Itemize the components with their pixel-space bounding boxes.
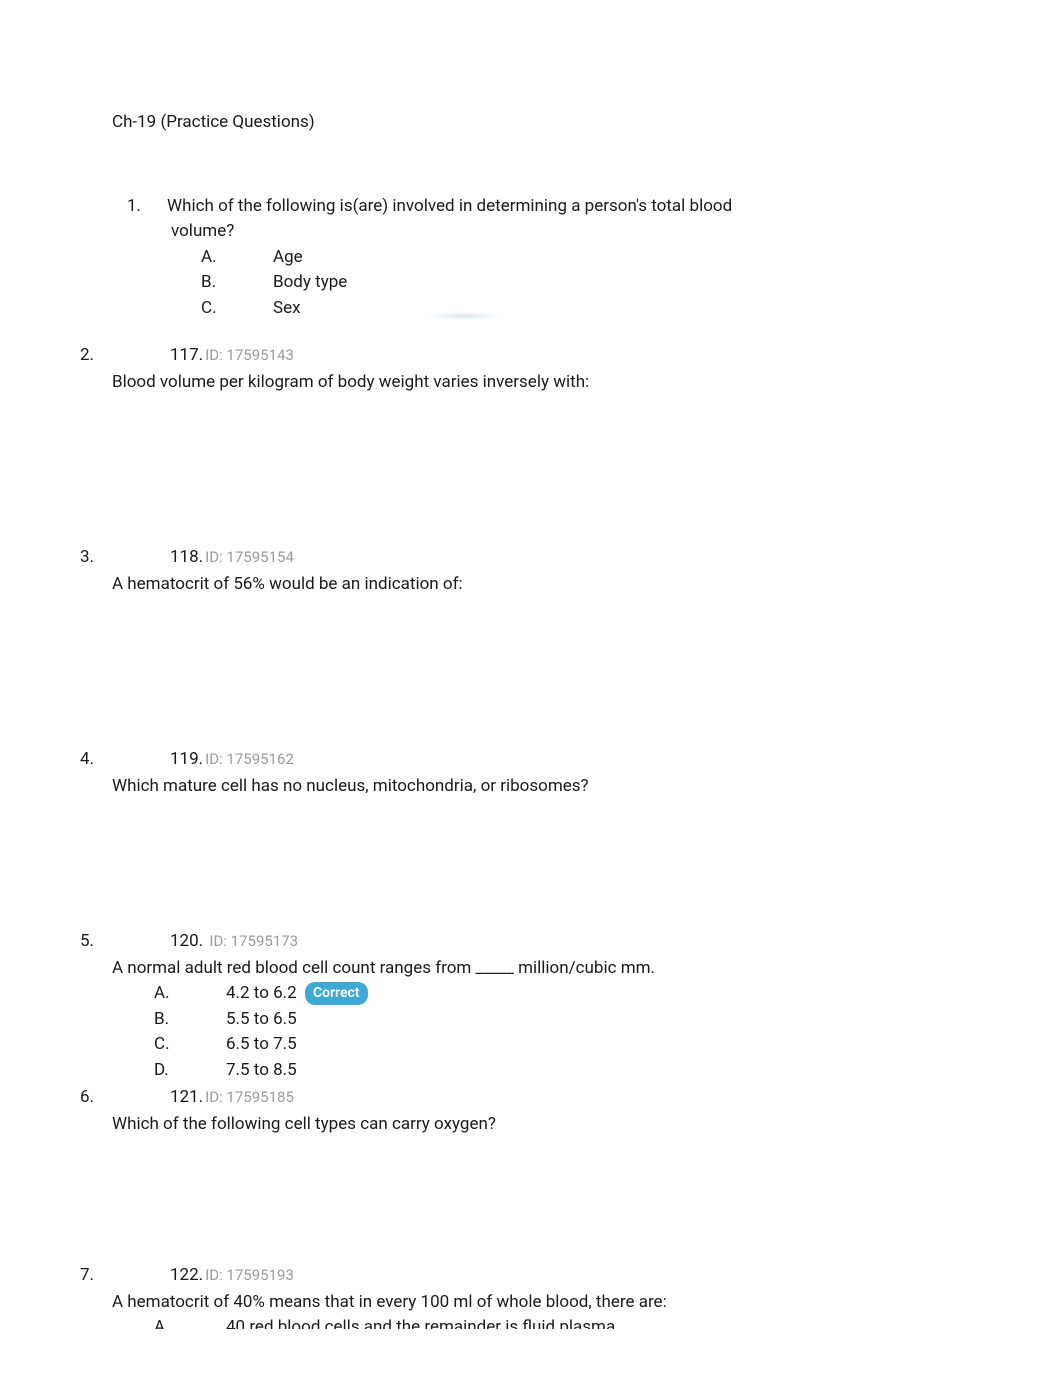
- question-id: ID: 17595154: [205, 546, 294, 569]
- inner-number: 117.: [170, 343, 203, 369]
- question-body: A hematocrit of 56% would be an indicati…: [112, 572, 982, 598]
- choice-letter: C.: [154, 1032, 226, 1058]
- choice-text: 40 red blood cells and the remainder is …: [226, 1315, 982, 1329]
- choice-letter: B.: [201, 270, 273, 296]
- choice-letter: A.: [154, 1315, 226, 1329]
- choice-item: C. Sex: [201, 296, 982, 322]
- question-body: Which of the following cell types can ca…: [112, 1112, 982, 1138]
- question-2: 2. 117. ID: 17595143: [80, 343, 982, 369]
- question-text-cont: volume?: [171, 219, 982, 245]
- inner-number: 120.: [170, 931, 203, 951]
- inner-number: 121.: [170, 1085, 203, 1111]
- question-number: 6.: [80, 1085, 170, 1111]
- choice-text: Body type: [273, 270, 982, 296]
- question-id: ID: 17595193: [205, 1264, 294, 1287]
- choice-text: 7.5 to 8.5: [226, 1058, 982, 1084]
- question-number: 2.: [80, 343, 170, 369]
- question-id: ID: 17595185: [205, 1086, 294, 1109]
- question-5: 5. 120. ID: 17595173: [80, 929, 982, 955]
- choice-list: A. 4.2 to 6.2 Correct B. 5.5 to 6.5 C. 6…: [154, 981, 982, 1083]
- inner-number: 122.: [170, 1263, 203, 1289]
- question-text: Which of the following is(are) involved …: [167, 196, 732, 216]
- choice-item: D. 7.5 to 8.5: [154, 1058, 982, 1084]
- question-number: 7.: [80, 1263, 170, 1289]
- choice-item: A. 4.2 to 6.2 Correct: [154, 981, 982, 1007]
- question-1: 1. Which of the following is(are) involv…: [127, 194, 982, 322]
- question-id: ID: 17595162: [205, 748, 294, 771]
- document-page: Ch-19 (Practice Questions) 1. Which of t…: [80, 110, 982, 1329]
- choice-text: Age: [273, 245, 982, 271]
- choice-text: Sex: [273, 296, 982, 322]
- question-4: 4. 119. ID: 17595162: [80, 747, 982, 773]
- choice-value: 4.2 to 6.2: [226, 983, 297, 1003]
- choice-letter: C.: [201, 296, 273, 322]
- correct-badge: Correct: [305, 982, 368, 1005]
- question-id: ID: 17595173: [209, 932, 298, 950]
- choice-item: B. Body type: [201, 270, 982, 296]
- question-number: 5.: [80, 929, 170, 955]
- blur-overlay: [425, 312, 503, 320]
- question-body: Blood volume per kilogram of body weight…: [112, 370, 982, 396]
- inner-number: 118.: [170, 545, 203, 571]
- choice-letter: A.: [201, 245, 273, 271]
- choice-item: C. 6.5 to 7.5: [154, 1032, 982, 1058]
- inner-number: 119.: [170, 747, 203, 773]
- choice-item: A. Age: [201, 245, 982, 271]
- choice-text: 5.5 to 6.5: [226, 1007, 982, 1033]
- choice-text: 4.2 to 6.2 Correct: [226, 981, 982, 1007]
- choice-letter: B.: [154, 1007, 226, 1033]
- question-3: 3. 118. ID: 17595154: [80, 545, 982, 571]
- question-body: A hematocrit of 40% means that in every …: [112, 1290, 982, 1316]
- question-body: A normal adult red blood cell count rang…: [112, 956, 982, 982]
- question-number: 3.: [80, 545, 170, 571]
- choice-text: 6.5 to 7.5: [226, 1032, 982, 1058]
- question-body: Which mature cell has no nucleus, mitoch…: [112, 774, 982, 800]
- choice-letter: A.: [154, 981, 226, 1007]
- document-title: Ch-19 (Practice Questions): [112, 110, 982, 136]
- choice-item: B. 5.5 to 6.5: [154, 1007, 982, 1033]
- question-7: 7. 122. ID: 17595193: [80, 1263, 982, 1289]
- question-number: 4.: [80, 747, 170, 773]
- question-id: ID: 17595143: [205, 344, 294, 367]
- question-number: 1.: [127, 194, 141, 220]
- choice-list: A. Age B. Body type C. Sex: [201, 245, 982, 322]
- choice-letter: D.: [154, 1058, 226, 1084]
- partial-choice: A. 40 red blood cells and the remainder …: [154, 1315, 982, 1329]
- question-6: 6. 121. ID: 17595185: [80, 1085, 982, 1111]
